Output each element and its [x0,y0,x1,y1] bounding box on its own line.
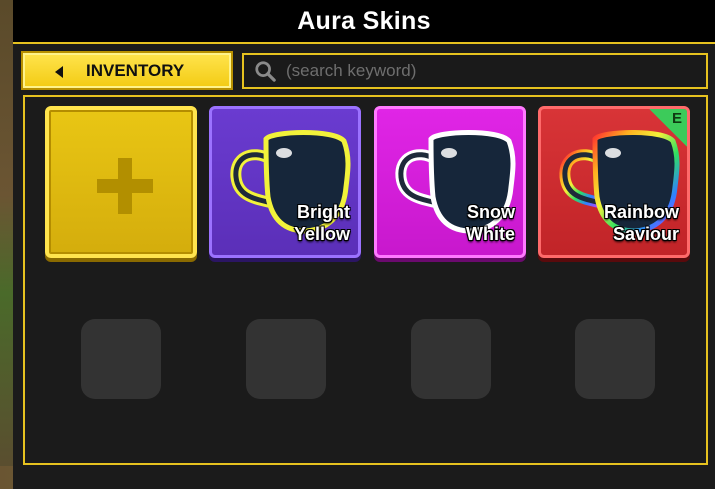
skin-slot-snow-white[interactable]: Snow White [374,106,526,258]
search-icon [255,61,276,82]
plus-icon [97,158,153,214]
search-input[interactable] [284,60,688,82]
add-skin-button[interactable] [45,106,197,258]
equipped-badge: E [646,109,687,150]
skin-slot-rainbow-saviour[interactable]: E Rainbow Saviour [538,106,690,258]
skin-slot-bright-yellow[interactable]: Bright Yellow [209,106,361,258]
skin-name-line1: Rainbow [604,202,679,222]
search-bar[interactable] [242,53,708,89]
aura-skins-panel: Aura Skins INVENTORY Bright [13,0,715,489]
arrow-left-icon [55,66,63,78]
empty-slot [246,319,326,399]
inventory-button[interactable]: INVENTORY [23,53,231,88]
panel-title: Aura Skins [297,6,431,35]
skin-name: Snow White [395,201,515,245]
skin-name: Bright Yellow [230,201,350,245]
inventory-button-label: INVENTORY [86,60,185,80]
skin-name-line2: Yellow [293,224,350,244]
empty-slot [81,319,161,399]
skin-name-line1: Bright [297,202,350,222]
equipped-badge-label: E [671,110,682,127]
skin-name: Rainbow Saviour [559,201,679,245]
skin-name-line2: Saviour [612,224,679,244]
title-bar: Aura Skins [13,0,715,44]
empty-slot [575,319,655,399]
skin-name-line1: Snow [467,202,515,222]
skin-grid: Bright Yellow Snow White E Rainbow Savio… [23,95,708,465]
empty-slot [411,319,491,399]
skin-name-line2: White [466,224,515,244]
